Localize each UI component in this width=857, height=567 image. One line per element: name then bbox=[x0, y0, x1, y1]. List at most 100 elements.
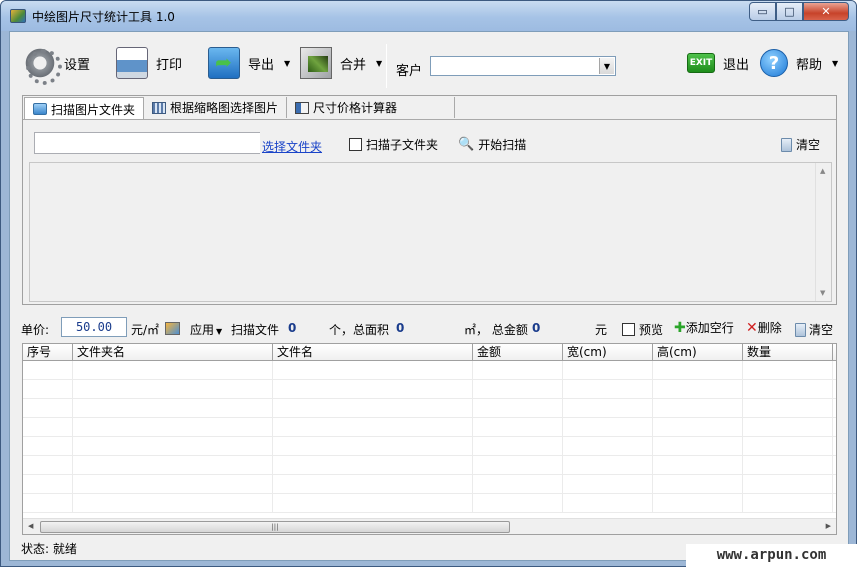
table-row[interactable] bbox=[23, 494, 836, 513]
chevron-down-icon[interactable]: ▼ bbox=[599, 58, 614, 74]
total-amount: 0 bbox=[532, 321, 541, 335]
export-icon bbox=[208, 47, 240, 79]
exit-button[interactable]: EXIT 退出 bbox=[687, 46, 749, 80]
search-icon: 🔍 bbox=[458, 137, 475, 152]
merge-dropdown[interactable]: 合并 ▼ bbox=[300, 46, 382, 80]
help-icon: ? bbox=[760, 49, 788, 77]
column-header-folder[interactable]: 文件夹名 bbox=[73, 344, 273, 361]
unit-label: 元/㎡ bbox=[131, 323, 160, 337]
delete-icon: ✕ bbox=[746, 320, 758, 336]
table-row[interactable] bbox=[23, 380, 836, 399]
app-window: 中绘图片尺寸统计工具 1.0 ▭ □ ✕ 设置 打印 导出 ▼ 合并 ▼ bbox=[0, 0, 857, 567]
tab-scan-folder[interactable]: 扫描图片文件夹 bbox=[24, 97, 145, 120]
recycle-bin-icon bbox=[795, 322, 806, 337]
include-subfolders-checkbox[interactable]: 扫描子文件夹 bbox=[349, 136, 438, 153]
tab-price-calculator[interactable]: 尺寸价格计算器 bbox=[287, 97, 456, 118]
status-text: 状态: 就绪 bbox=[21, 542, 77, 556]
table-row[interactable] bbox=[23, 437, 836, 456]
start-scan-button[interactable]: 🔍 开始扫描 bbox=[458, 136, 526, 153]
file-count: 0 bbox=[288, 321, 297, 335]
column-header-height[interactable]: 高(cm) bbox=[653, 344, 743, 361]
print-button[interactable]: 打印 bbox=[116, 46, 182, 80]
table-row[interactable] bbox=[23, 361, 836, 380]
clear-scan-button[interactable]: 清空 bbox=[781, 136, 820, 153]
close-icon: ✕ bbox=[821, 5, 831, 18]
table-row[interactable] bbox=[23, 418, 836, 437]
preview-checkbox[interactable]: 预览 bbox=[622, 321, 663, 338]
column-header-filename[interactable]: 文件名 bbox=[273, 344, 473, 361]
scroll-right-icon[interactable]: ▶ bbox=[826, 522, 831, 530]
data-grid[interactable]: 序号 文件夹名 文件名 金额 宽(cm) 高(cm) 数量 ◀ ||| ▶ bbox=[22, 343, 837, 535]
chevron-down-icon: ▼ bbox=[832, 58, 839, 68]
scrollbar-thumb[interactable]: ||| bbox=[40, 521, 510, 533]
maximize-button[interactable]: □ bbox=[776, 2, 803, 21]
apply-dropdown[interactable]: 应用 ▼ bbox=[190, 321, 222, 338]
customer-label: 客户 bbox=[396, 64, 423, 79]
apply-label: 应用 bbox=[190, 323, 215, 337]
add-row-button[interactable]: ✚添加空行 bbox=[674, 319, 734, 336]
column-header-width[interactable]: 宽(cm) bbox=[563, 344, 653, 361]
scroll-down-icon[interactable]: ▼ bbox=[820, 289, 825, 297]
scan-log-area[interactable]: ▲ ▼ bbox=[29, 162, 832, 302]
grid-header: 序号 文件夹名 文件名 金额 宽(cm) 高(cm) 数量 bbox=[23, 344, 836, 361]
table-row[interactable] bbox=[23, 475, 836, 494]
settings-label: 设置 bbox=[64, 57, 91, 73]
app-icon bbox=[10, 9, 26, 23]
scan-files-label: 扫描文件 bbox=[231, 323, 280, 337]
recycle-bin-icon bbox=[781, 137, 792, 152]
chevron-down-icon: ▼ bbox=[376, 58, 383, 68]
tab-label: 扫描图片文件夹 bbox=[51, 102, 136, 117]
folder-scan-icon bbox=[33, 103, 47, 115]
gear-icon bbox=[24, 47, 62, 85]
picture-icon[interactable] bbox=[165, 322, 180, 335]
column-header-index[interactable]: 序号 bbox=[23, 344, 73, 361]
scroll-left-icon[interactable]: ◀ bbox=[28, 522, 33, 530]
merge-icon bbox=[300, 47, 332, 79]
minimize-icon: ▭ bbox=[757, 5, 768, 18]
grid-rows bbox=[23, 361, 836, 513]
tab-label: 根据缩略图选择图片 bbox=[170, 101, 279, 115]
scroll-up-icon[interactable]: ▲ bbox=[820, 167, 825, 175]
currency-label: 元 bbox=[595, 323, 608, 337]
unit-price-input[interactable]: 50.00 bbox=[61, 317, 127, 337]
export-label: 导出 bbox=[248, 57, 275, 73]
choose-folder-link[interactable]: 选择文件夹 bbox=[262, 138, 322, 155]
export-dropdown[interactable]: 导出 ▼ bbox=[208, 46, 290, 80]
unit-price-label: 单价: bbox=[21, 323, 50, 337]
title-bar[interactable]: 中绘图片尺寸统计工具 1.0 ▭ □ ✕ bbox=[1, 1, 856, 31]
toolbar-separator bbox=[386, 44, 387, 88]
help-label: 帮助 bbox=[796, 57, 823, 73]
toolbar: 设置 打印 导出 ▼ 合并 ▼ 客户 ▼ EXIT 退出 bbox=[10, 32, 848, 92]
tab-thumbnail-select[interactable]: 根据缩略图选择图片 bbox=[144, 97, 288, 118]
total-area: 0 bbox=[396, 321, 405, 335]
close-button[interactable]: ✕ bbox=[803, 2, 849, 21]
checkbox-box[interactable] bbox=[349, 138, 362, 151]
exit-icon: EXIT bbox=[687, 53, 715, 73]
maximize-icon: □ bbox=[784, 5, 795, 18]
minimize-button[interactable]: ▭ bbox=[749, 2, 776, 21]
calculator-icon bbox=[295, 101, 310, 114]
vertical-scrollbar[interactable]: ▲ ▼ bbox=[815, 163, 831, 301]
table-row[interactable] bbox=[23, 456, 836, 475]
exit-label: 退出 bbox=[723, 57, 750, 73]
add-row-label: 添加空行 bbox=[685, 321, 734, 335]
delete-button[interactable]: ✕删除 bbox=[746, 319, 782, 336]
column-header-amount[interactable]: 金额 bbox=[473, 344, 563, 361]
include-subfolders-label: 扫描子文件夹 bbox=[366, 138, 439, 152]
window-title: 中绘图片尺寸统计工具 1.0 bbox=[32, 10, 175, 24]
stats-bar: 单价: 50.00 元/㎡ 应用 ▼ 扫描文件 0 个，总面积 0 ㎡， 总金额 … bbox=[10, 317, 848, 339]
checkbox-box[interactable] bbox=[622, 323, 635, 336]
help-dropdown[interactable]: ? 帮助 ▼ bbox=[760, 46, 838, 80]
horizontal-scrollbar[interactable]: ◀ ||| ▶ bbox=[23, 518, 836, 534]
site-watermark: www.arpun.com bbox=[686, 544, 857, 567]
folder-path-input[interactable] bbox=[34, 132, 260, 154]
chevron-down-icon: ▼ bbox=[216, 327, 223, 336]
add-icon: ✚ bbox=[674, 320, 686, 336]
customer-select[interactable]: ▼ bbox=[430, 56, 616, 76]
tab-panel: 扫描图片文件夹 根据缩略图选择图片 尺寸价格计算器 选择文件夹 扫描子文件夹 🔍… bbox=[22, 95, 837, 305]
clear-table-label: 清空 bbox=[809, 323, 834, 337]
column-header-quantity[interactable]: 数量 bbox=[743, 344, 833, 361]
table-row[interactable] bbox=[23, 399, 836, 418]
clear-table-button[interactable]: 清空 bbox=[795, 321, 833, 338]
settings-button[interactable]: 设置 bbox=[24, 46, 91, 85]
